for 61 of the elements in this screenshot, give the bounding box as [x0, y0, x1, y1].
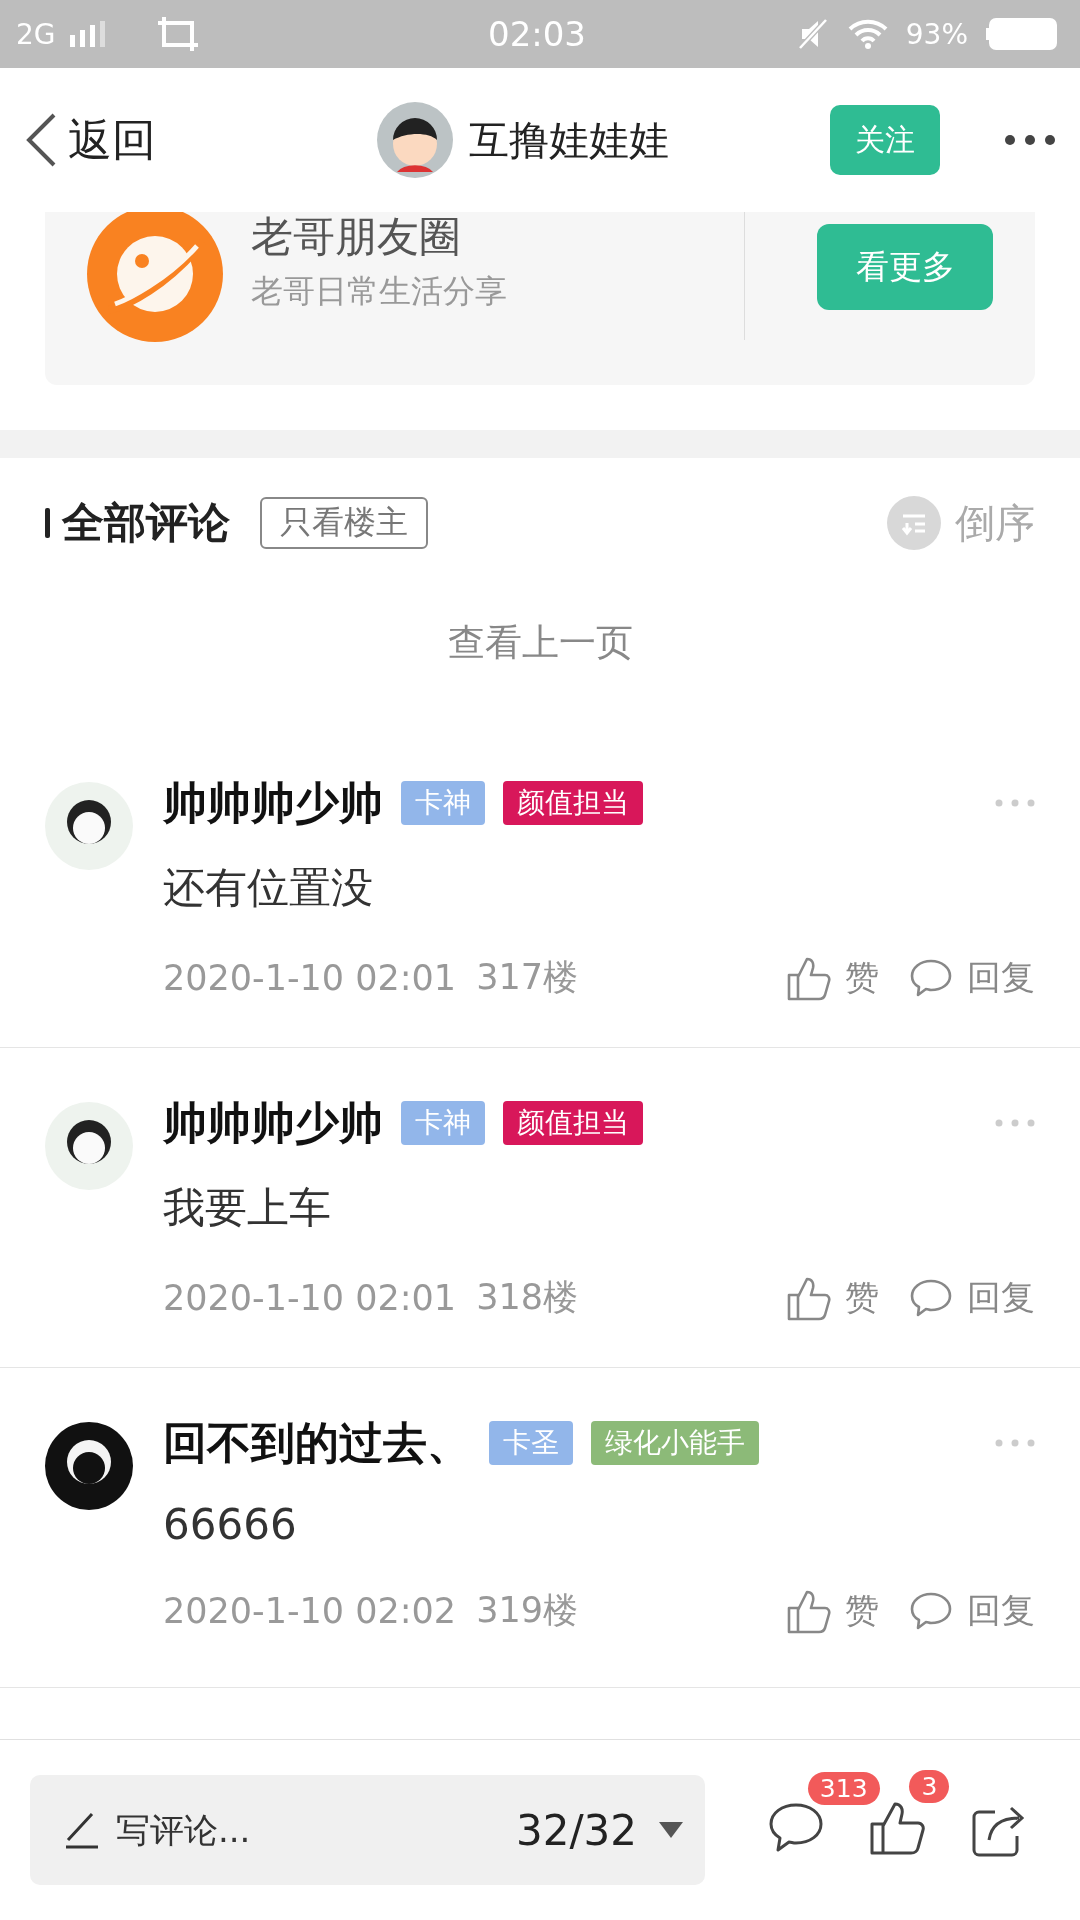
page-selector[interactable]: 32/32 — [460, 1775, 705, 1885]
commenter-name[interactable]: 帅帅帅少帅 — [163, 1093, 383, 1153]
group-name: 老哥朋友圈 — [251, 212, 462, 262]
previous-page-link[interactable]: 查看上一页 — [447, 618, 633, 668]
dropdown-caret-icon — [659, 1822, 683, 1838]
reply-button[interactable]: 回复 — [909, 954, 1035, 1001]
battery-icon — [986, 17, 1058, 51]
user-tag: 卡神 — [401, 1101, 485, 1145]
like-button[interactable]: 赞 — [787, 954, 879, 1001]
user-tag: 卡神 — [401, 781, 485, 825]
floor-number: 318楼 — [476, 1276, 578, 1319]
mute-icon — [797, 18, 830, 50]
more-icon[interactable] — [1004, 133, 1056, 147]
user-tag: 颜值担当 — [503, 1101, 643, 1145]
user-name: 互撸娃娃娃 — [469, 115, 669, 165]
comment-icon[interactable] — [767, 1802, 824, 1854]
count-badge: 313 — [807, 1772, 880, 1805]
screenshot-icon — [157, 17, 198, 51]
comment-field[interactable]: 写评论... — [30, 1775, 460, 1885]
section-title: 全部评论 — [62, 497, 230, 549]
reply-button[interactable]: 回复 — [909, 1274, 1035, 1321]
avatar-icon[interactable] — [45, 782, 133, 870]
count-badge: 3 — [909, 1770, 950, 1803]
back-button[interactable]: 返回 — [24, 110, 156, 170]
comment-input[interactable]: 写评论... — [114, 1809, 418, 1851]
reply-button[interactable]: 回复 — [909, 1587, 1035, 1634]
owner-only-button[interactable]: 只看楼主 — [260, 497, 428, 549]
thumbs-up-icon[interactable] — [869, 1800, 926, 1856]
like-button[interactable]: 赞 — [787, 1587, 879, 1634]
group-description: 老哥日常生活分享 — [251, 271, 508, 312]
user-tag: 卡圣 — [489, 1421, 573, 1465]
comment-time: 2020-1-10 02:02 — [163, 1590, 457, 1631]
title-accent-bar — [45, 508, 50, 538]
comment-text: 我要上车 — [163, 1182, 332, 1234]
comment-time: 2020-1-10 02:01 — [163, 1277, 457, 1318]
user-tag: 绿化小能手 — [591, 1421, 759, 1465]
group-card[interactable]: 老哥朋友圈 老哥日常生活分享 看更多 — [45, 212, 1035, 385]
avatar-icon — [377, 102, 453, 178]
commenter-name[interactable]: 帅帅帅少帅 — [163, 773, 383, 833]
back-chevron-icon — [24, 112, 58, 168]
comment-time: 2020-1-10 02:01 — [163, 957, 457, 998]
follow-button[interactable]: 关注 — [830, 105, 940, 175]
comment-text: 66666 — [163, 1500, 298, 1549]
comment-text: 还有位置没 — [163, 862, 374, 914]
commenter-name[interactable]: 回不到的过去、 — [163, 1413, 471, 1473]
like-button[interactable]: 赞 — [787, 1274, 879, 1321]
see-more-button[interactable]: 看更多 — [817, 224, 993, 310]
planet-icon — [87, 212, 223, 342]
sort-button[interactable]: 倒序 — [955, 495, 1035, 551]
speech-bubble-icon — [909, 1590, 953, 1631]
clock: 02:03 — [488, 14, 586, 54]
avatar-icon[interactable] — [45, 1102, 133, 1190]
speech-bubble-icon — [909, 957, 953, 998]
speech-bubble-icon — [909, 1277, 953, 1318]
user-tag: 颜值担当 — [503, 781, 643, 825]
battery-percent: 93% — [905, 17, 968, 51]
wifi-icon — [847, 19, 888, 49]
floor-number: 317楼 — [476, 956, 578, 999]
network-label: 2G — [16, 17, 56, 51]
floor-number: 319楼 — [476, 1589, 578, 1632]
avatar-icon[interactable] — [45, 1422, 133, 1510]
